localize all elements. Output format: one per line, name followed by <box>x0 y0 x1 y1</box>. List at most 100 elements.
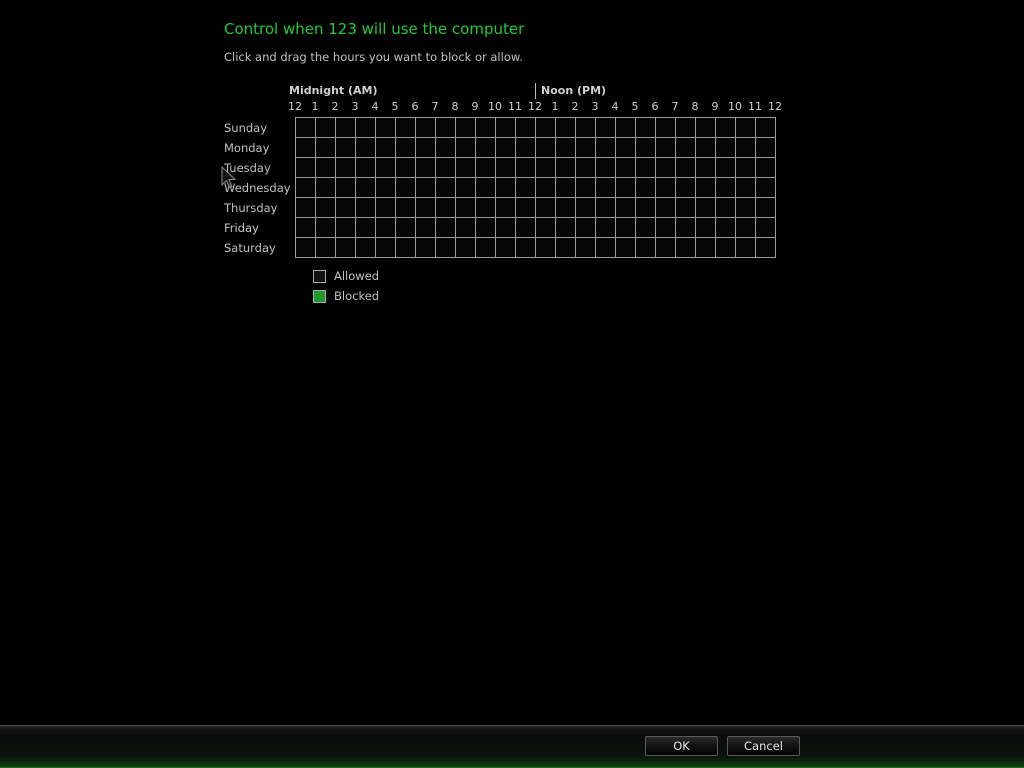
hour-cell[interactable] <box>716 158 736 178</box>
hour-cell[interactable] <box>556 218 576 238</box>
hour-cell[interactable] <box>316 178 336 198</box>
hour-cell[interactable] <box>356 198 376 218</box>
hour-cell[interactable] <box>396 178 416 198</box>
hour-cell[interactable] <box>296 198 316 218</box>
hour-cell[interactable] <box>496 238 516 258</box>
ok-button[interactable]: OK <box>645 736 718 756</box>
hour-cell[interactable] <box>516 118 536 138</box>
hour-cell[interactable] <box>436 158 456 178</box>
hour-cell[interactable] <box>416 198 436 218</box>
hour-cell[interactable] <box>576 158 596 178</box>
hour-cell[interactable] <box>436 178 456 198</box>
hour-cell[interactable] <box>456 118 476 138</box>
hour-cell[interactable] <box>736 118 756 138</box>
hour-cell[interactable] <box>696 218 716 238</box>
hour-cell[interactable] <box>536 218 556 238</box>
hour-cell[interactable] <box>596 118 616 138</box>
hour-cell[interactable] <box>356 118 376 138</box>
hour-cell[interactable] <box>696 238 716 258</box>
hour-cell[interactable] <box>576 238 596 258</box>
hour-cell[interactable] <box>296 178 316 198</box>
hour-cell[interactable] <box>676 238 696 258</box>
hour-cell[interactable] <box>496 178 516 198</box>
hour-cell[interactable] <box>676 178 696 198</box>
hour-cell[interactable] <box>756 218 776 238</box>
cancel-button[interactable]: Cancel <box>727 736 800 756</box>
hour-cell[interactable] <box>676 158 696 178</box>
hour-cell[interactable] <box>636 238 656 258</box>
hour-cell[interactable] <box>636 218 656 238</box>
hour-cell[interactable] <box>756 138 776 158</box>
hour-cell[interactable] <box>296 238 316 258</box>
hour-cell[interactable] <box>416 158 436 178</box>
hour-cell[interactable] <box>316 158 336 178</box>
hour-cell[interactable] <box>536 198 556 218</box>
hour-cell[interactable] <box>436 138 456 158</box>
hour-cell[interactable] <box>716 218 736 238</box>
hour-cell[interactable] <box>676 198 696 218</box>
hour-cell[interactable] <box>456 178 476 198</box>
hour-cell[interactable] <box>716 118 736 138</box>
hour-cell[interactable] <box>596 138 616 158</box>
hour-cell[interactable] <box>356 158 376 178</box>
hour-cell[interactable] <box>416 218 436 238</box>
hour-cell[interactable] <box>316 218 336 238</box>
hour-cell[interactable] <box>576 198 596 218</box>
hour-cell[interactable] <box>556 238 576 258</box>
hour-cell[interactable] <box>296 118 316 138</box>
hour-cell[interactable] <box>716 198 736 218</box>
hour-cell[interactable] <box>556 138 576 158</box>
hour-cell[interactable] <box>456 158 476 178</box>
hour-cell[interactable] <box>496 158 516 178</box>
hour-cell[interactable] <box>656 158 676 178</box>
hour-cell[interactable] <box>356 138 376 158</box>
hour-cell[interactable] <box>636 178 656 198</box>
hour-cell[interactable] <box>576 118 596 138</box>
hour-cell[interactable] <box>676 138 696 158</box>
hour-cell[interactable] <box>656 198 676 218</box>
hour-cell[interactable] <box>716 138 736 158</box>
hour-cell[interactable] <box>636 118 656 138</box>
hour-cell[interactable] <box>476 218 496 238</box>
hour-cell[interactable] <box>476 118 496 138</box>
hour-cell[interactable] <box>616 158 636 178</box>
hour-cell[interactable] <box>576 218 596 238</box>
hour-cell[interactable] <box>436 238 456 258</box>
hour-cell[interactable] <box>756 158 776 178</box>
hour-cell[interactable] <box>416 138 436 158</box>
hour-grid[interactable] <box>295 117 776 258</box>
hour-cell[interactable] <box>436 218 456 238</box>
hour-cell[interactable] <box>536 138 556 158</box>
hour-cell[interactable] <box>456 238 476 258</box>
hour-cell[interactable] <box>416 178 436 198</box>
hour-cell[interactable] <box>336 198 356 218</box>
hour-cell[interactable] <box>496 138 516 158</box>
hour-cell[interactable] <box>476 198 496 218</box>
hour-cell[interactable] <box>756 198 776 218</box>
hour-cell[interactable] <box>716 238 736 258</box>
hour-cell[interactable] <box>516 218 536 238</box>
hour-cell[interactable] <box>376 238 396 258</box>
hour-cell[interactable] <box>376 178 396 198</box>
hour-cell[interactable] <box>476 138 496 158</box>
hour-cell[interactable] <box>556 198 576 218</box>
hour-cell[interactable] <box>756 178 776 198</box>
hour-cell[interactable] <box>636 198 656 218</box>
hour-cell[interactable] <box>616 178 636 198</box>
hour-cell[interactable] <box>336 138 356 158</box>
hour-cell[interactable] <box>756 118 776 138</box>
hour-cell[interactable] <box>636 158 656 178</box>
hour-cell[interactable] <box>336 238 356 258</box>
hour-cell[interactable] <box>516 158 536 178</box>
hour-cell[interactable] <box>496 198 516 218</box>
hour-cell[interactable] <box>736 238 756 258</box>
hour-cell[interactable] <box>356 238 376 258</box>
hour-cell[interactable] <box>396 218 416 238</box>
hour-cell[interactable] <box>396 138 416 158</box>
hour-cell[interactable] <box>456 138 476 158</box>
hour-cell[interactable] <box>476 238 496 258</box>
hour-cell[interactable] <box>516 238 536 258</box>
hour-cell[interactable] <box>636 138 656 158</box>
hour-cell[interactable] <box>456 218 476 238</box>
hour-cell[interactable] <box>396 158 416 178</box>
